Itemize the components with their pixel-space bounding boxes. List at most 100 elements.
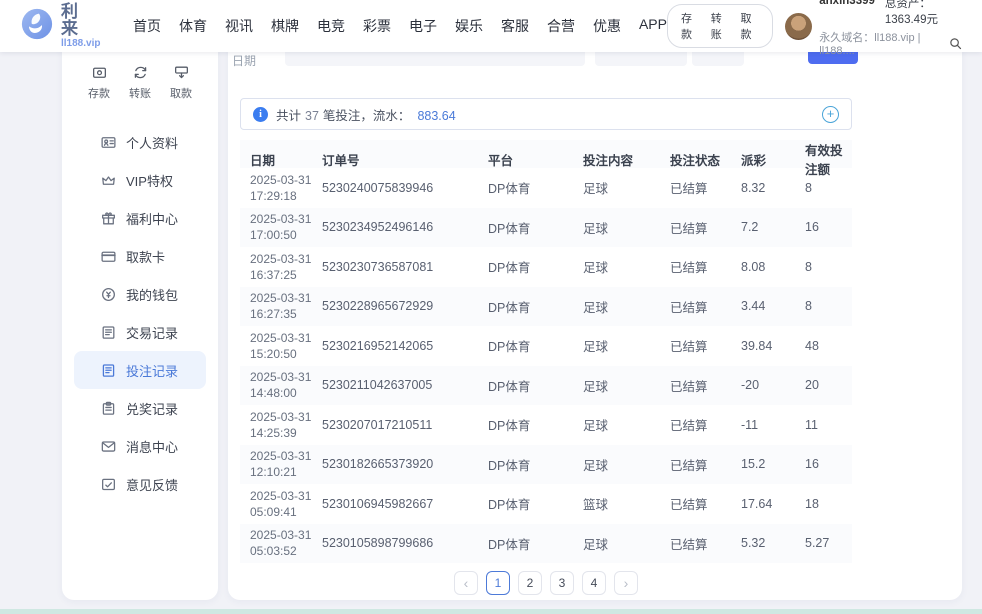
header-deposit-link[interactable]: 存款 bbox=[681, 10, 700, 42]
table-row[interactable]: 2025-03-3116:27:35 5230228965672929 DP体育… bbox=[240, 287, 852, 327]
table-row[interactable]: 2025-03-3105:03:52 5230105898799686 DP体育… bbox=[240, 524, 852, 564]
nav-item[interactable]: 娱乐 bbox=[455, 16, 483, 36]
nav-item[interactable]: 棋牌 bbox=[271, 16, 299, 36]
prev-page-button[interactable]: ‹ bbox=[454, 571, 478, 595]
cell-valid-bet: 16 bbox=[795, 457, 852, 471]
sidebar-menu-item[interactable]: 福利中心 bbox=[74, 199, 206, 237]
username: anxin3399 bbox=[819, 0, 875, 27]
sidebar-menu-item[interactable]: 交易记录 bbox=[74, 313, 206, 351]
sidebar-menu-item[interactable]: 消息中心 bbox=[74, 427, 206, 465]
nav-item[interactable]: APP bbox=[639, 16, 667, 36]
column-header: 投注状态 bbox=[660, 150, 731, 169]
cell-valid-bet: 48 bbox=[795, 339, 852, 353]
cell-valid-bet: 8 bbox=[795, 299, 852, 313]
table-row[interactable]: 2025-03-3117:29:18 5230240075839946 DP体育… bbox=[240, 168, 852, 208]
cell-date: 2025-03-3114:25:39 bbox=[240, 409, 312, 441]
sidebar-menu-item[interactable]: 我的钱包 bbox=[74, 275, 206, 313]
brand-domain: ll188.vip bbox=[61, 39, 111, 49]
cell-bet-status: 已结算 bbox=[660, 494, 731, 513]
withdraw-icon bbox=[173, 64, 190, 81]
nav-item[interactable]: 客服 bbox=[501, 16, 529, 36]
cell-payout: 17.64 bbox=[731, 497, 795, 511]
transaction-list-icon bbox=[100, 324, 117, 341]
cell-payout: 7.2 bbox=[731, 220, 795, 234]
info-icon: i bbox=[253, 107, 268, 122]
next-page-button[interactable]: › bbox=[614, 571, 638, 595]
cell-payout: 8.32 bbox=[731, 181, 795, 195]
cell-order-number: 5230211042637005 bbox=[312, 378, 478, 392]
wallet-pill: 存款 转账 取款 bbox=[667, 4, 773, 48]
cell-payout: 15.2 bbox=[731, 457, 795, 471]
nav-item[interactable]: 首页 bbox=[133, 16, 161, 36]
cell-payout: -11 bbox=[731, 418, 795, 432]
gift-icon bbox=[100, 210, 117, 227]
nav-item[interactable]: 电子 bbox=[409, 16, 437, 36]
cell-bet-content: 足球 bbox=[573, 257, 660, 276]
cell-platform: DP体育 bbox=[478, 297, 573, 316]
header-transfer-link[interactable]: 转账 bbox=[711, 10, 730, 42]
page-button[interactable]: 2 bbox=[518, 571, 542, 595]
nav-item[interactable]: 电竞 bbox=[317, 16, 345, 36]
nav-item[interactable]: 彩票 bbox=[363, 16, 391, 36]
page-button[interactable]: 3 bbox=[550, 571, 574, 595]
cell-valid-bet: 5.27 bbox=[795, 536, 852, 550]
sidebar-menu-item[interactable]: 兑奖记录 bbox=[74, 389, 206, 427]
cell-platform: DP体育 bbox=[478, 376, 573, 395]
table-row[interactable]: 2025-03-3105:09:41 5230106945982667 DP体育… bbox=[240, 484, 852, 524]
cell-date: 2025-03-3115:20:50 bbox=[240, 330, 312, 362]
column-header: 订单号 bbox=[312, 150, 478, 169]
table-row[interactable]: 2025-03-3114:48:00 5230211042637005 DP体育… bbox=[240, 366, 852, 406]
search-icon[interactable] bbox=[949, 37, 962, 50]
cell-platform: DP体育 bbox=[478, 178, 573, 197]
table-row[interactable]: 2025-03-3112:10:21 5230182665373920 DP体育… bbox=[240, 445, 852, 485]
sidebar-menu: 个人资料 VIP特权 福利中心 取款卡 我的钱包 交易记录 投注记录 兑奖记录 … bbox=[62, 123, 218, 503]
cell-date: 2025-03-3114:48:00 bbox=[240, 369, 312, 401]
brand-name: 利 来 bbox=[61, 3, 111, 37]
nav-item[interactable]: 合营 bbox=[547, 16, 575, 36]
cell-bet-status: 已结算 bbox=[660, 534, 731, 553]
column-header: 日期 bbox=[240, 150, 312, 169]
sidebar-menu-item[interactable]: 个人资料 bbox=[74, 123, 206, 161]
table-row[interactable]: 2025-03-3116:37:25 5230230736587081 DP体育… bbox=[240, 247, 852, 287]
page-button[interactable]: 4 bbox=[582, 571, 606, 595]
sidebar-menu-item[interactable]: 投注记录 bbox=[74, 351, 206, 389]
brand-logo-icon bbox=[20, 7, 54, 46]
header-withdraw-link[interactable]: 取款 bbox=[741, 10, 760, 42]
cell-payout: -20 bbox=[731, 378, 795, 392]
cell-bet-content: 足球 bbox=[573, 336, 660, 355]
cell-valid-bet: 18 bbox=[795, 497, 852, 511]
column-header: 投注内容 bbox=[573, 150, 660, 169]
cell-payout: 3.44 bbox=[731, 299, 795, 313]
quick-action[interactable]: 存款 bbox=[88, 64, 110, 101]
user-block[interactable]: anxin3399 总资产：1363.49元 永久域名：ll188.vip | … bbox=[785, 0, 962, 57]
cell-payout: 39.84 bbox=[731, 339, 795, 353]
cell-bet-content: 足球 bbox=[573, 218, 660, 237]
total-assets: 总资产：1363.49元 bbox=[885, 0, 962, 27]
quick-action[interactable]: 取款 bbox=[170, 64, 192, 101]
column-header: 平台 bbox=[478, 150, 573, 169]
sidebar-menu-item[interactable]: 取款卡 bbox=[74, 237, 206, 275]
footer-accent-strip bbox=[0, 609, 982, 614]
table-row[interactable]: 2025-03-3117:00:50 5230234952496146 DP体育… bbox=[240, 208, 852, 248]
cell-bet-status: 已结算 bbox=[660, 178, 731, 197]
cell-order-number: 5230182665373920 bbox=[312, 457, 478, 471]
nav-item[interactable]: 体育 bbox=[179, 16, 207, 36]
user-avatar[interactable] bbox=[785, 13, 812, 40]
nav-item[interactable]: 优惠 bbox=[593, 16, 621, 36]
table-row[interactable]: 2025-03-3114:25:39 5230207017210511 DP体育… bbox=[240, 405, 852, 445]
sidebar-menu-item[interactable]: 意见反馈 bbox=[74, 465, 206, 503]
cell-bet-content: 足球 bbox=[573, 178, 660, 197]
table-row[interactable]: 2025-03-3115:20:50 5230216952142065 DP体育… bbox=[240, 326, 852, 366]
brand-logo[interactable]: 利 来 ll188.vip bbox=[20, 3, 111, 49]
nav-item[interactable]: 视讯 bbox=[225, 16, 253, 36]
cell-payout: 5.32 bbox=[731, 536, 795, 550]
cell-order-number: 5230230736587081 bbox=[312, 260, 478, 274]
sidebar-menu-item[interactable]: VIP特权 bbox=[74, 161, 206, 199]
cell-bet-status: 已结算 bbox=[660, 297, 731, 316]
cell-bet-content: 足球 bbox=[573, 415, 660, 434]
quick-action[interactable]: 转账 bbox=[129, 64, 151, 101]
page-button[interactable]: 1 bbox=[486, 571, 510, 595]
bank-card-icon bbox=[100, 248, 117, 265]
expand-plus-icon[interactable]: + bbox=[822, 106, 839, 123]
cell-bet-content: 足球 bbox=[573, 455, 660, 474]
